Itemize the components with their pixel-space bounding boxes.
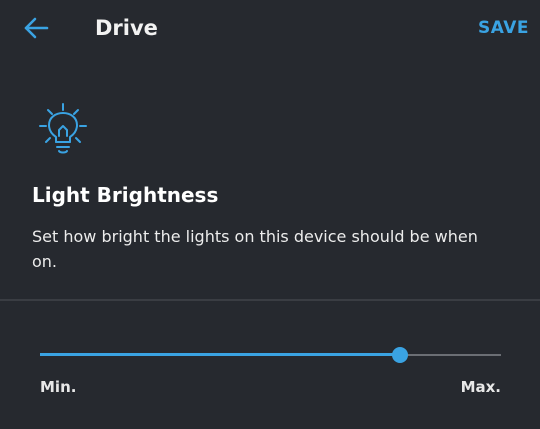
lightbulb-icon bbox=[36, 101, 88, 159]
back-button[interactable] bbox=[22, 14, 52, 42]
setting-description: Set how bright the lights on this device… bbox=[32, 227, 478, 271]
save-button[interactable]: SAVE bbox=[478, 14, 529, 42]
slider-min-label: Min. bbox=[40, 378, 77, 396]
setting-heading: Light Brightness bbox=[32, 183, 219, 207]
app-bar: Drive SAVE bbox=[0, 0, 540, 56]
arrow-left-icon bbox=[24, 17, 49, 39]
brightness-slider[interactable] bbox=[40, 345, 501, 365]
slider-fill bbox=[40, 353, 400, 356]
slider-max-label: Max. bbox=[460, 378, 501, 396]
page-title: Drive bbox=[95, 16, 158, 40]
slider-thumb[interactable] bbox=[392, 347, 408, 363]
divider bbox=[0, 299, 540, 301]
